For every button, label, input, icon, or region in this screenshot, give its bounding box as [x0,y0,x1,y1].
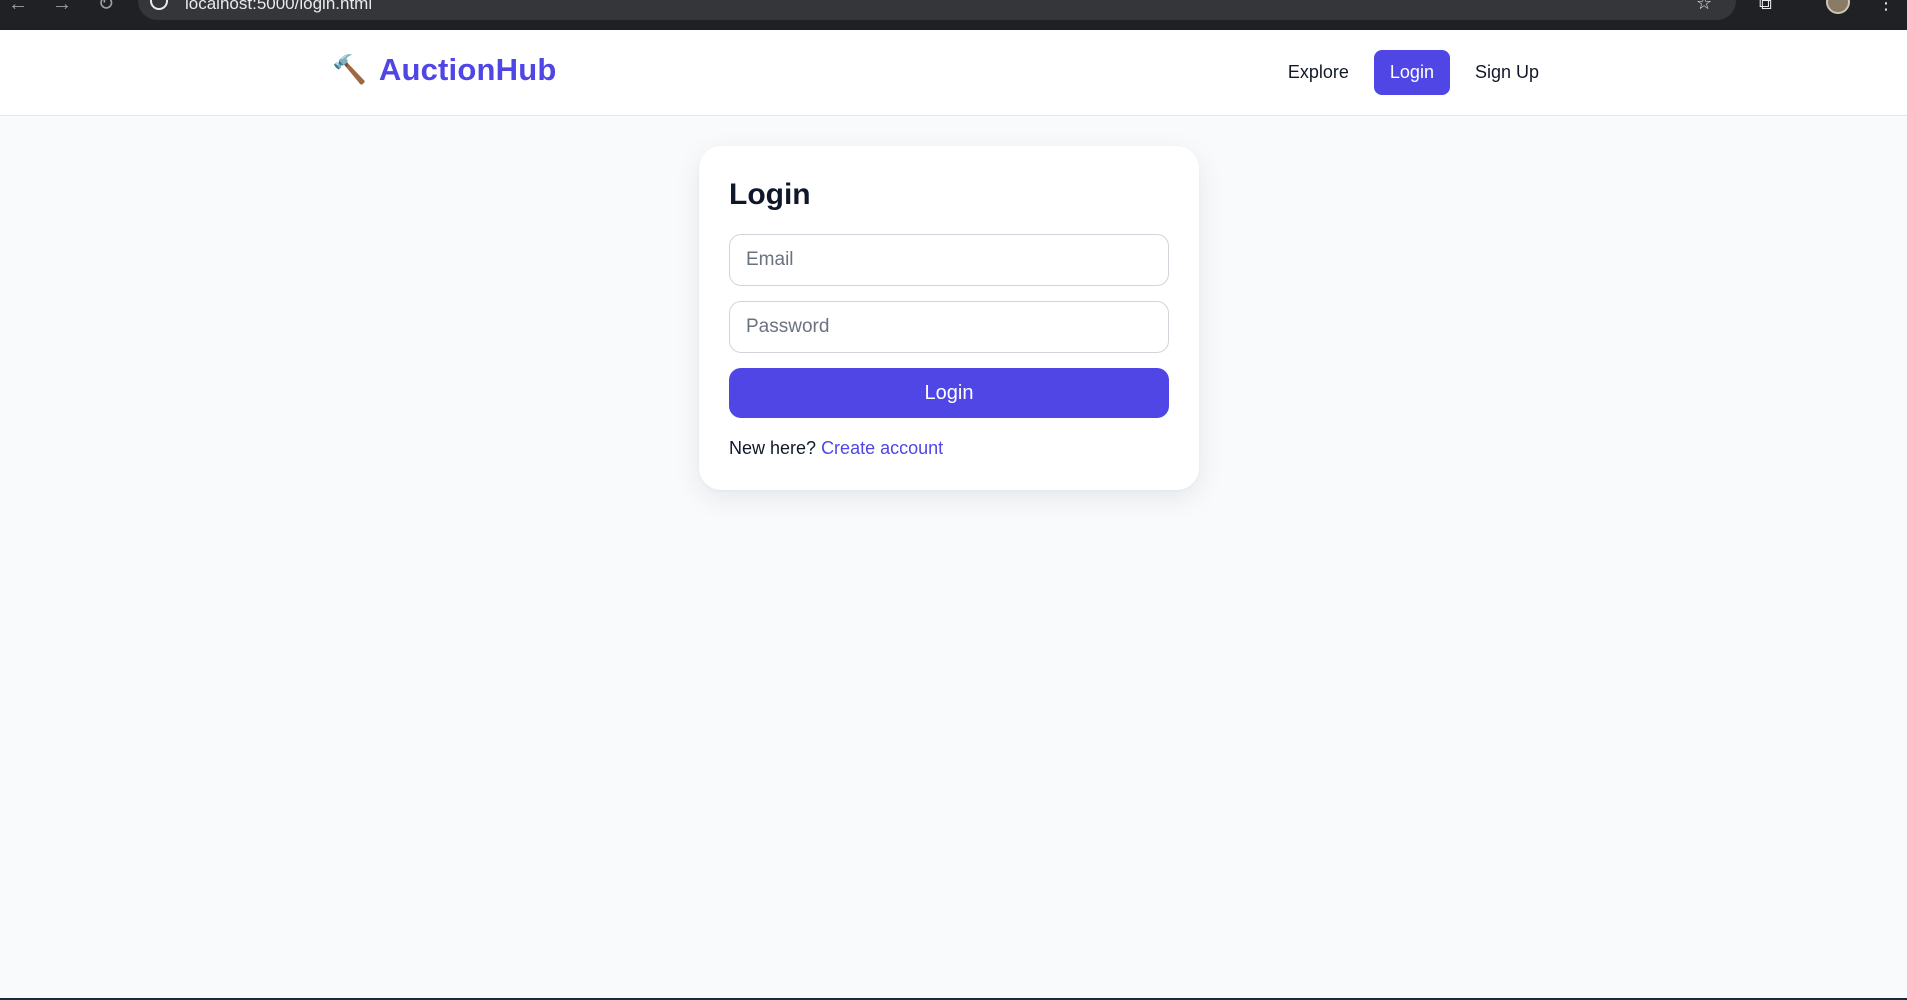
main-nav: Explore Login Sign Up [1272,50,1555,95]
browser-toolbar: ← → ↻ localhost:5000/login.html ☆ ⧉ ⋮ [0,0,1907,30]
back-arrow-icon[interactable]: ← [4,0,32,18]
reload-icon[interactable]: ↻ [92,0,120,18]
site-header: 🔨 AuctionHub Explore Login Sign Up [0,30,1907,116]
signup-prompt: New here? Create account [729,438,1169,459]
brand-name: AuctionHub [378,52,557,87]
nav-login-button[interactable]: Login [1373,50,1450,95]
puzzle-icon[interactable]: ⧉ [1759,0,1772,14]
avatar[interactable] [1826,0,1850,14]
login-submit-button[interactable]: Login [729,368,1169,418]
nav-signup-link[interactable]: Sign Up [1459,50,1555,95]
url-text[interactable]: localhost:5000/login.html [185,0,372,14]
kebab-menu-icon[interactable]: ⋮ [1877,0,1895,14]
create-account-link[interactable]: Create account [821,438,943,458]
brand-logo-link[interactable]: 🔨 AuctionHub [332,52,557,88]
hammer-icon: 🔨 [332,54,367,85]
login-title: Login [729,178,811,211]
star-icon[interactable]: ☆ [1696,0,1712,14]
password-input[interactable] [729,301,1169,353]
nav-explore-link[interactable]: Explore [1272,50,1365,95]
address-bar[interactable] [138,0,1736,20]
forward-arrow-icon[interactable]: → [48,0,76,18]
email-input[interactable] [729,234,1169,286]
login-card: Login Login New here? Create account [699,146,1199,490]
new-here-text: New here? [729,438,817,458]
